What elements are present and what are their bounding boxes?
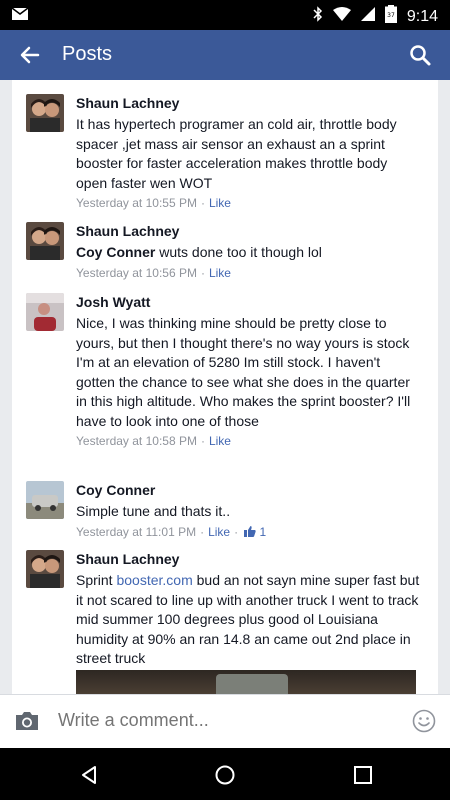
comment-composer	[0, 694, 450, 748]
comment-input[interactable]	[58, 710, 388, 731]
comment-author[interactable]: Shaun Lachney	[76, 94, 420, 112]
comment-meta: Yesterday at 10:56 PM · Like	[76, 265, 231, 280]
mail-icon	[11, 7, 29, 25]
comment-item: Shaun Lachney It has hypertech programer…	[12, 94, 438, 224]
bluetooth-icon	[313, 6, 323, 27]
comment-text: It has hypertech programer an cold air, …	[76, 116, 397, 191]
comment-text: Coy Conner wuts done too it though lol	[76, 244, 322, 260]
like-link[interactable]: Like	[208, 525, 230, 539]
recent-apps-icon[interactable]	[352, 764, 374, 786]
comment-item: Coy Conner Simple tune and thats it.. Ye…	[12, 481, 438, 549]
comment-meta: Yesterday at 10:58 PM · Like	[76, 434, 231, 448]
mention-link[interactable]: Coy Conner	[76, 244, 155, 260]
clock: 9:14	[406, 7, 438, 25]
battery-level: 37	[387, 12, 395, 19]
status-bar: 37 9:14	[0, 0, 450, 30]
thumbs-up-icon	[244, 525, 256, 537]
avatar[interactable]	[26, 481, 64, 519]
truck-emblem-image	[216, 674, 288, 694]
comment-timestamp[interactable]: Yesterday at 10:55 PM	[76, 196, 197, 210]
comment-author[interactable]: Shaun Lachney	[76, 550, 420, 568]
like-link[interactable]: Like	[209, 434, 231, 448]
navigation-bar	[0, 748, 450, 800]
like-link[interactable]: Like	[209, 196, 231, 210]
emoji-icon[interactable]	[412, 709, 436, 733]
comment-text: Nice, I was thinking mine should be pret…	[76, 315, 411, 429]
avatar[interactable]	[26, 222, 64, 260]
avatar[interactable]	[26, 94, 64, 132]
home-circle-icon[interactable]	[214, 764, 236, 786]
page-title: Posts	[62, 43, 113, 65]
battery-icon: 37	[384, 5, 397, 28]
comment-author[interactable]: Josh Wyatt	[76, 293, 420, 311]
camera-icon[interactable]	[14, 710, 40, 732]
wifi-icon	[332, 7, 351, 26]
comment-item: Josh Wyatt Nice, I was thinking mine sho…	[12, 293, 438, 473]
like-link[interactable]: Like	[209, 266, 231, 280]
search-icon[interactable]	[408, 43, 432, 67]
comment-meta: Yesterday at 10:55 PM · Like	[76, 196, 231, 210]
signal-icon	[360, 7, 375, 26]
photo-attachment[interactable]	[76, 670, 416, 694]
comment-text: Sprint booster.com bud an not sayn mine …	[76, 572, 420, 666]
app-header: Posts	[0, 30, 450, 80]
avatar[interactable]	[26, 293, 64, 331]
comment-timestamp[interactable]: Yesterday at 10:58 PM	[76, 434, 197, 448]
back-triangle-icon[interactable]	[78, 764, 100, 786]
comment-timestamp[interactable]: Yesterday at 10:56 PM	[76, 266, 197, 280]
comment-list: Shaun Lachney It has hypertech programer…	[12, 80, 438, 694]
comment-timestamp[interactable]: Yesterday at 11:01 PM	[76, 525, 196, 539]
comment-text: Simple tune and thats it..	[76, 503, 231, 519]
avatar[interactable]	[26, 550, 64, 588]
back-arrow-icon[interactable]	[18, 43, 42, 67]
comment-meta: Yesterday at 11:01 PM · Like · 1	[76, 524, 267, 539]
comment-link[interactable]: booster.com	[116, 572, 192, 588]
comment-item: Shaun Lachney Coy Conner wuts done too i…	[12, 222, 438, 292]
comment-author[interactable]: Coy Conner	[76, 481, 420, 499]
like-count[interactable]: 1	[259, 525, 266, 539]
comment-author[interactable]: Shaun Lachney	[76, 222, 420, 240]
